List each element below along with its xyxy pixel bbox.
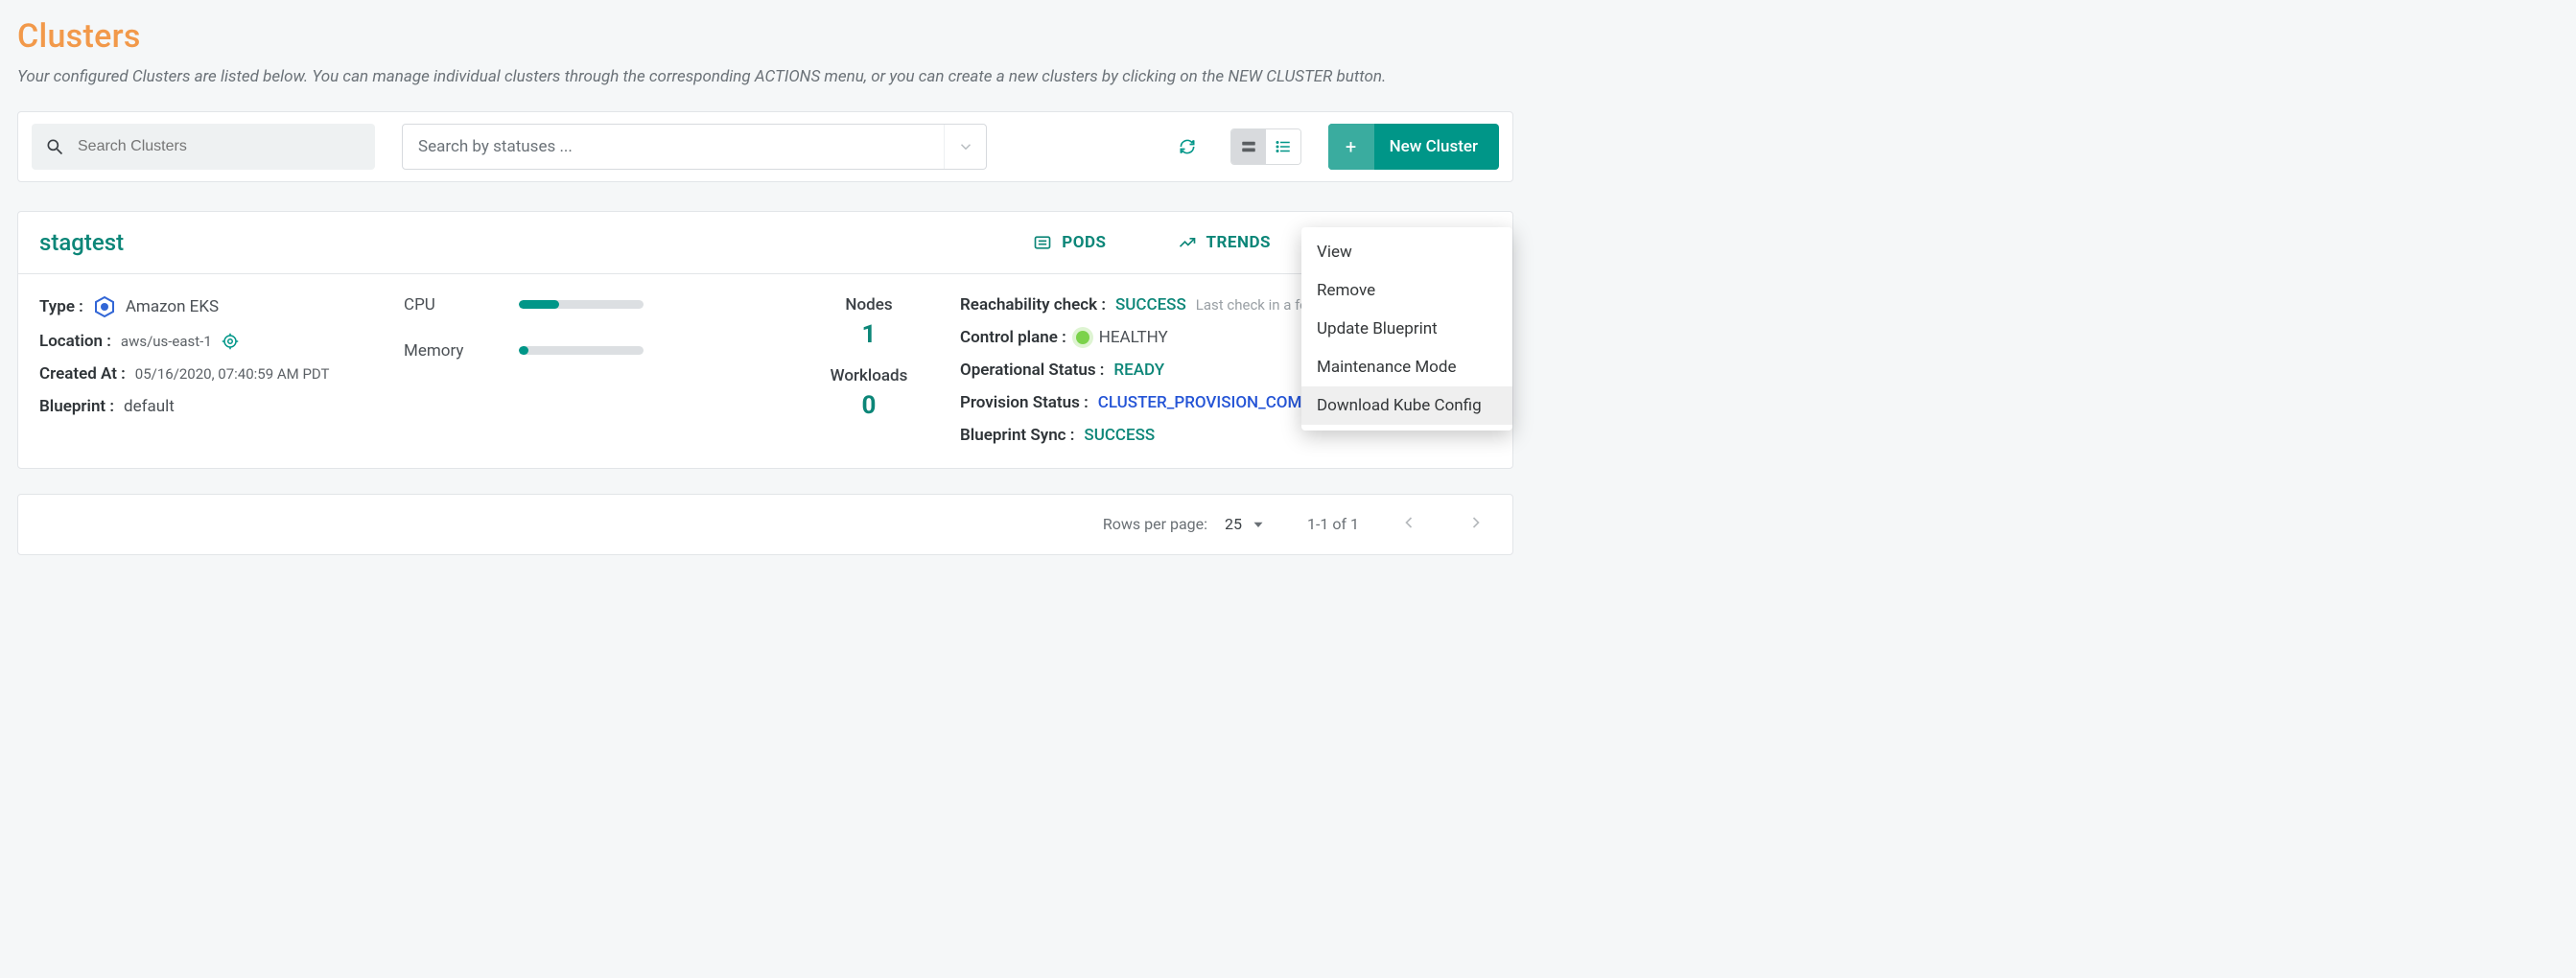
prov-label: Provision Status : [960, 393, 1089, 412]
bpsync-label: Blueprint Sync : [960, 426, 1074, 445]
page-range: 1-1 of 1 [1307, 515, 1359, 533]
new-cluster-label: New Cluster [1390, 137, 1478, 156]
location-value: aws/us-east-1 [121, 333, 212, 350]
view-list-button[interactable] [1266, 129, 1300, 164]
status-placeholder: Search by statuses ... [418, 137, 573, 156]
pods-link[interactable]: PODS [1033, 233, 1106, 252]
prov-value: CLUSTER_PROVISION_COM [1098, 393, 1302, 412]
created-value: 05/16/2020, 07:40:59 AM PDT [135, 365, 330, 383]
rows-per-page-value: 25 [1225, 515, 1242, 533]
nodes-value: 1 [862, 320, 877, 349]
page-subtitle: Your configured Clusters are listed belo… [17, 65, 1513, 90]
cluster-card: stagtest PODS TRENDS Type : Amazon EKS [17, 211, 1513, 469]
menu-maintenance[interactable]: Maintenance Mode [1301, 348, 1512, 386]
pods-label: PODS [1062, 233, 1106, 252]
search-clusters-box[interactable] [32, 124, 375, 170]
refresh-icon [1178, 137, 1197, 156]
reach-note: Last check in a fe [1196, 296, 1307, 314]
memory-bar [519, 346, 644, 355]
prev-page-button[interactable] [1399, 513, 1418, 536]
menu-remove[interactable]: Remove [1301, 271, 1512, 310]
control-value: HEALTHY [1099, 328, 1168, 347]
search-input[interactable] [76, 137, 362, 156]
status-select[interactable]: Search by statuses ... [402, 124, 987, 170]
chevron-left-icon [1399, 513, 1418, 532]
cluster-header: stagtest PODS TRENDS [18, 212, 1512, 274]
next-page-button[interactable] [1466, 513, 1486, 536]
memory-label: Memory [404, 341, 473, 361]
toolbar: Search by statuses ... + New Cluster [17, 111, 1513, 182]
pods-icon [1033, 233, 1052, 252]
type-label: Type : [39, 297, 83, 316]
menu-download-kube-config[interactable]: Download Kube Config [1301, 386, 1512, 425]
menu-update-blueprint[interactable]: Update Blueprint [1301, 310, 1512, 348]
created-label: Created At : [39, 364, 126, 384]
blueprint-value: default [124, 397, 175, 416]
pager: Rows per page: 25 1-1 of 1 [17, 494, 1513, 555]
view-toggle [1230, 128, 1301, 165]
chevron-right-icon [1466, 513, 1486, 532]
view-card-icon [1240, 138, 1257, 155]
cluster-name[interactable]: stagtest [39, 229, 124, 256]
nodes-label: Nodes [845, 295, 892, 314]
eks-icon [93, 295, 116, 318]
op-label: Operational Status : [960, 361, 1104, 380]
bpsync-value: SUCCESS [1084, 426, 1155, 445]
resources-column: CPU Memory [404, 295, 778, 445]
location-label: Location : [39, 332, 111, 351]
chevron-down-icon [944, 125, 986, 169]
control-label: Control plane : [960, 328, 1066, 347]
type-value: Amazon EKS [126, 297, 219, 316]
trends-icon [1178, 233, 1197, 252]
search-icon [45, 137, 64, 156]
rows-per-page-label: Rows per page: [1103, 515, 1207, 533]
actions-menu: View Remove Update Blueprint Maintenance… [1301, 227, 1512, 431]
reach-label: Reachability check : [960, 295, 1106, 314]
meta-column: Type : Amazon EKS Location : aws/us-east… [39, 295, 404, 445]
blueprint-label: Blueprint : [39, 397, 114, 416]
workloads-value: 0 [862, 391, 877, 420]
rows-per-page-select[interactable]: 25 [1225, 515, 1267, 533]
op-value: READY [1113, 361, 1164, 380]
reach-value: SUCCESS [1115, 295, 1186, 314]
trends-link[interactable]: TRENDS [1178, 233, 1272, 252]
workloads-label: Workloads [831, 366, 908, 385]
cpu-label: CPU [404, 295, 473, 314]
new-cluster-button[interactable]: + New Cluster [1328, 124, 1499, 170]
health-dot-icon [1076, 331, 1089, 344]
refresh-button[interactable] [1171, 130, 1204, 163]
view-card-button[interactable] [1231, 129, 1266, 164]
counts-column: Nodes 1 Workloads 0 [778, 295, 960, 445]
page-title: Clusters [17, 17, 1513, 56]
cpu-bar [519, 300, 644, 309]
menu-view[interactable]: View [1301, 233, 1512, 271]
target-icon [222, 333, 239, 350]
trends-label: TRENDS [1206, 233, 1272, 252]
view-list-icon [1275, 138, 1292, 155]
caret-down-icon [1250, 516, 1267, 533]
plus-icon: + [1328, 124, 1374, 170]
